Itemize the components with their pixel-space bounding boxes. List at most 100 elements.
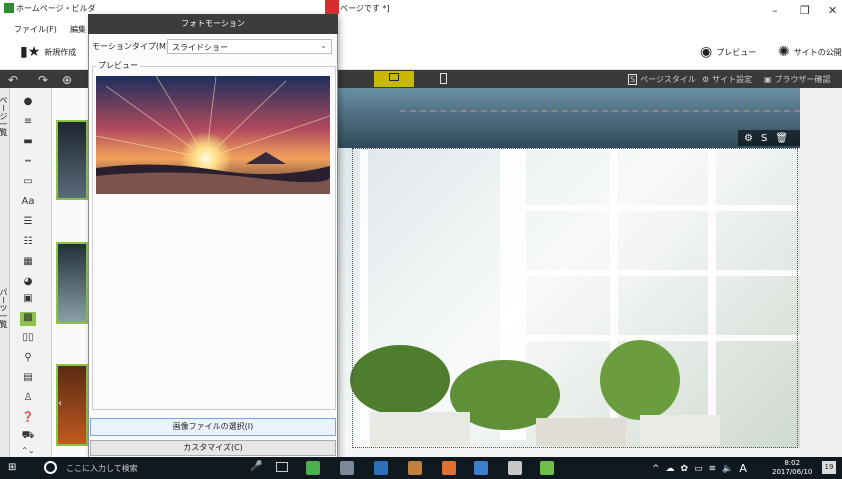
- menu-edit[interactable]: 編集: [70, 24, 86, 35]
- list-icon[interactable]: ☷: [20, 236, 36, 250]
- clock[interactable]: 8:02 2017/06/10: [772, 459, 812, 477]
- redo-icon[interactable]: ↷: [38, 73, 48, 87]
- style-icon[interactable]: S: [761, 133, 767, 144]
- info-icon[interactable]: ●: [20, 96, 36, 110]
- pages-tab[interactable]: ページ一覧: [0, 96, 9, 136]
- eye-icon: ◉: [700, 44, 713, 60]
- ime-indicator[interactable]: A: [739, 462, 747, 475]
- notification-icon[interactable]: 19: [822, 461, 836, 474]
- mobile-view-icon[interactable]: [440, 73, 447, 84]
- app-tool-icon[interactable]: [408, 461, 422, 475]
- system-tray: ^ ☁ ✿ ▭ ≋ 🔈 A: [652, 462, 747, 475]
- chevron-down-icon: ⌄: [320, 41, 327, 50]
- header-image[interactable]: [338, 88, 800, 148]
- motion-type-value: スライドショー: [172, 43, 228, 52]
- close-button[interactable]: ✕: [828, 4, 837, 17]
- windows-start-icon[interactable]: ⊞: [8, 462, 20, 474]
- gallery-icon[interactable]: ▯▯: [20, 332, 36, 346]
- app-icon: [4, 3, 14, 13]
- dialog-title: フォトモーション: [88, 14, 338, 34]
- undo-icon[interactable]: ↶: [8, 73, 18, 87]
- settings-gear-icon[interactable]: ⚙: [744, 133, 753, 144]
- globe-icon: ✺: [778, 44, 790, 60]
- motion-type-select[interactable]: スライドショー ⌄: [167, 39, 332, 54]
- selection-box: [352, 148, 798, 448]
- preview-label: プレビュー: [716, 47, 757, 57]
- sunrise-mountain-image: [96, 76, 330, 194]
- dotted-line-icon[interactable]: ┅: [20, 156, 36, 170]
- customize-button[interactable]: カスタマイズ(C): [90, 440, 336, 456]
- gear-icon: ⚙: [702, 75, 710, 84]
- thumbnail-1[interactable]: [56, 120, 88, 200]
- clock-time: 8:02: [784, 459, 801, 467]
- trash-icon[interactable]: 🗑: [775, 133, 788, 144]
- preview-button[interactable]: ◉ プレビュー: [700, 44, 756, 60]
- page-style-button[interactable]: S ページスタイル: [628, 74, 696, 85]
- person-icon[interactable]: ♙: [20, 392, 36, 406]
- app-network-icon[interactable]: [508, 461, 522, 475]
- paragraph-icon[interactable]: ☰: [20, 216, 36, 230]
- table-icon[interactable]: ▦: [20, 256, 36, 270]
- menu-file[interactable]: ファイル(F): [14, 24, 57, 35]
- map-pin-icon[interactable]: ⚲: [20, 352, 36, 366]
- title-icon[interactable]: ▭: [20, 176, 36, 190]
- search-icon[interactable]: [44, 461, 57, 474]
- monitor-icon: [389, 73, 399, 81]
- app-monitor-icon[interactable]: [474, 461, 488, 475]
- help-icon[interactable]: ❓: [20, 412, 36, 426]
- chevron-left-icon[interactable]: ‹: [58, 398, 62, 409]
- cloud-icon[interactable]: ☁: [666, 464, 675, 474]
- right-margin: [800, 88, 842, 457]
- publish-button[interactable]: ✺ サイトの公開: [778, 44, 842, 60]
- calendar-icon[interactable]: ▤: [20, 372, 36, 386]
- restore-button[interactable]: ❐: [800, 4, 810, 17]
- side-tabs: [0, 88, 10, 457]
- text-block-icon[interactable]: ≡: [20, 116, 36, 130]
- window-title-suffix: ページです *]: [340, 4, 390, 13]
- site-settings-label: サイト設定: [712, 75, 753, 84]
- minimize-button[interactable]: –: [772, 4, 778, 17]
- block-toolbar: ⚙ S 🗑: [738, 130, 800, 146]
- tray-chevron-icon[interactable]: ^: [652, 464, 660, 474]
- parts-tab[interactable]: パーツ一覧: [0, 288, 9, 328]
- browser-check-label: ブラウザー確認: [774, 75, 831, 84]
- select-image-file-button[interactable]: 画像ファイルの選択(I): [90, 418, 336, 436]
- taskbar-search-input[interactable]: ここに入力して検索: [66, 463, 138, 474]
- microphone-icon[interactable]: 🎤: [250, 461, 262, 472]
- battery-icon[interactable]: ▭: [694, 464, 703, 474]
- pc-view-button[interactable]: [374, 71, 414, 87]
- app-media-icon[interactable]: [442, 461, 456, 475]
- shape-icon[interactable]: ◕: [20, 276, 36, 290]
- browser-check-button[interactable]: ▣ ブラウザー確認: [764, 74, 831, 85]
- dialog-close-button[interactable]: [325, 0, 339, 14]
- clock-date: 2017/06/10: [772, 468, 813, 476]
- app-tray-icon[interactable]: ✿: [681, 464, 689, 474]
- preview-image: [96, 76, 330, 194]
- site-settings-button[interactable]: ⚙ サイト設定: [702, 74, 752, 85]
- volume-icon[interactable]: 🔈: [722, 464, 733, 474]
- browser-icon: ▣: [764, 75, 772, 84]
- cart-icon[interactable]: ⛟: [20, 430, 36, 444]
- page-style-label: ページスタイル: [640, 75, 696, 84]
- image-icon[interactable]: ▣: [20, 293, 36, 307]
- publish-label: サイトの公開: [793, 47, 842, 57]
- app-paint-icon[interactable]: [340, 461, 354, 475]
- divider-icon[interactable]: ▬: [20, 136, 36, 150]
- textbox-icon[interactable]: Aa: [20, 196, 36, 210]
- task-view-icon[interactable]: [276, 462, 288, 472]
- app-builder-icon[interactable]: [306, 461, 320, 475]
- new-label: 新規作成: [44, 47, 77, 57]
- thumbnail-2[interactable]: [56, 242, 88, 324]
- guide-line: [400, 110, 800, 112]
- photo-motion-icon[interactable]: ▩: [20, 312, 36, 326]
- app-active-icon[interactable]: [540, 461, 554, 475]
- new-page-icon: ▮★: [20, 44, 41, 60]
- wifi-icon[interactable]: ≋: [709, 464, 717, 474]
- zoom-icon[interactable]: ⊕: [62, 73, 72, 87]
- new-button[interactable]: ▮★ 新規作成: [20, 44, 76, 60]
- window-title: ホームページ・ビルダ: [16, 4, 96, 13]
- page-style-icon: S: [628, 74, 638, 85]
- preview-label: プレビュー: [96, 60, 140, 71]
- app-image-icon[interactable]: [374, 461, 388, 475]
- motion-type-label: モーションタイプ(M): [92, 42, 169, 51]
